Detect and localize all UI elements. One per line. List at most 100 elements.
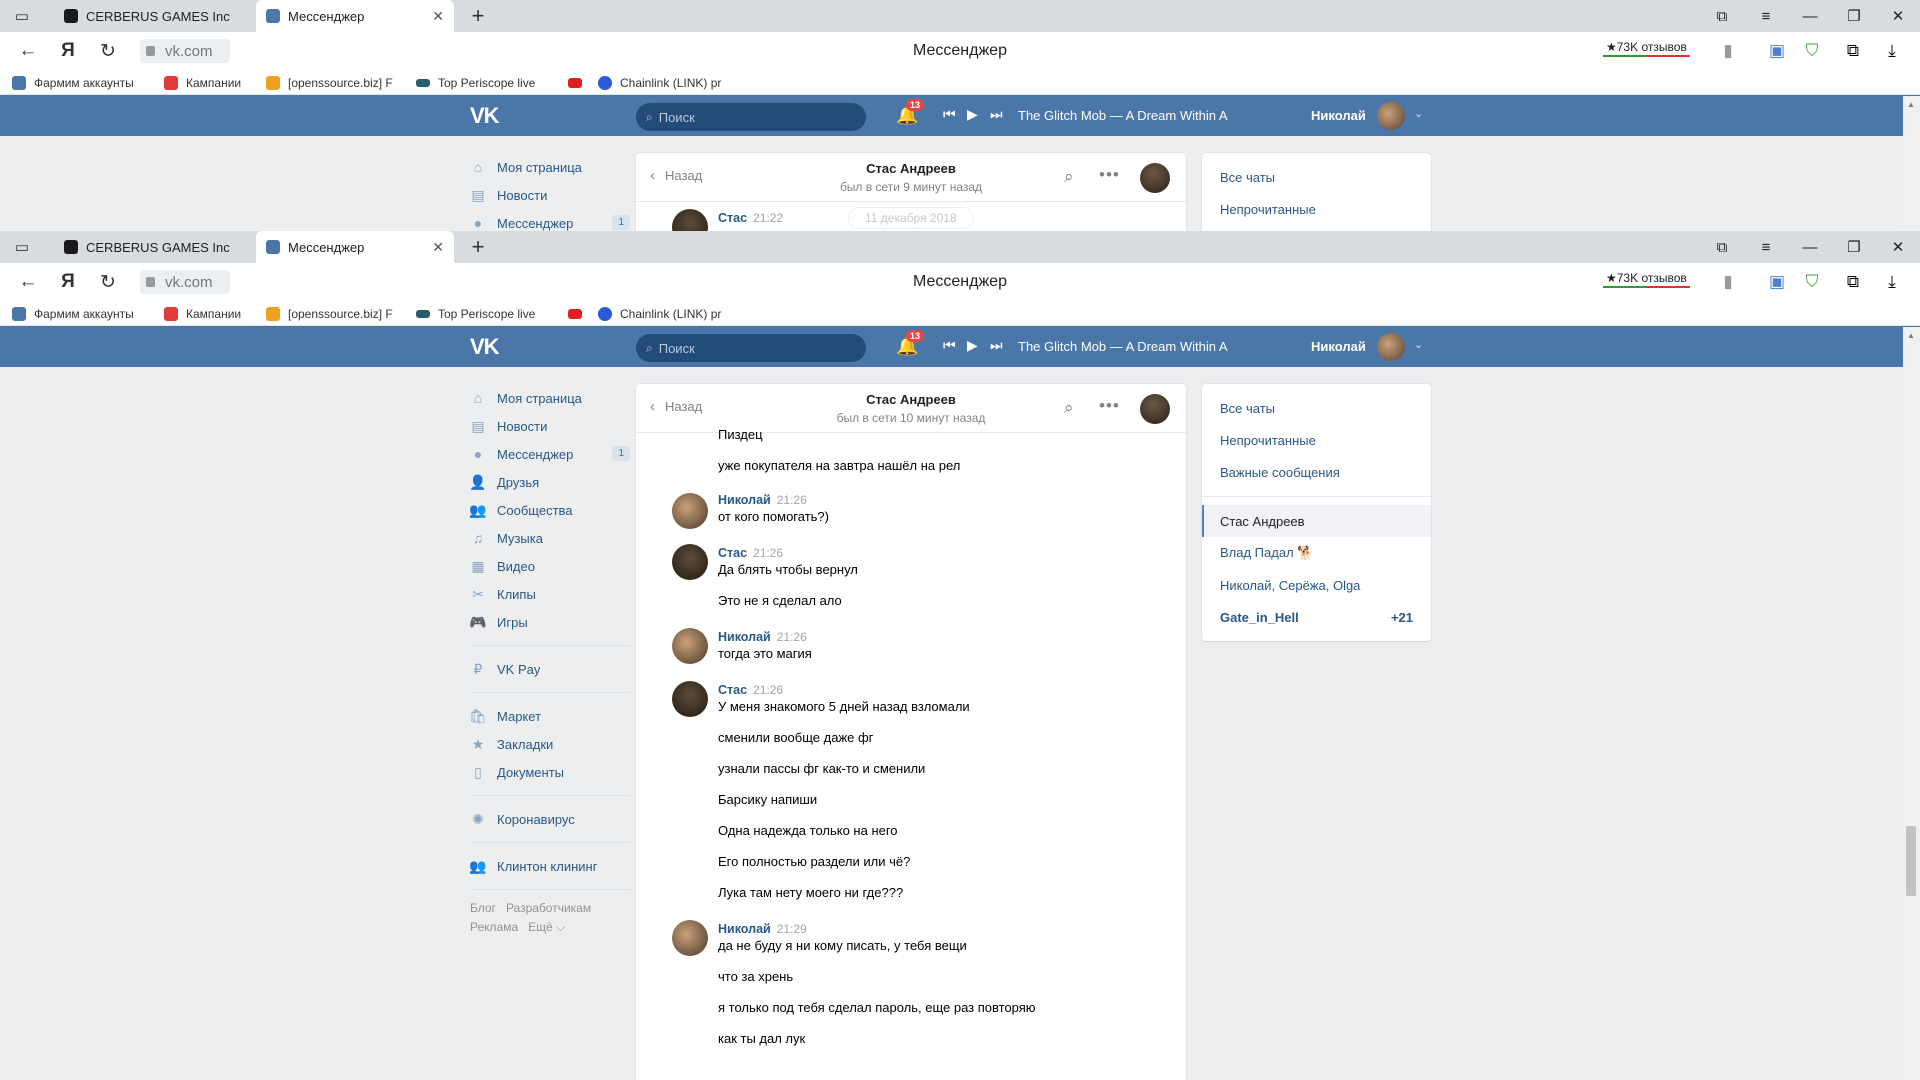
menu-item-clinton-cleaning[interactable]: 👥 Клинтон клининг [469,852,630,880]
bookmark-item[interactable]: Top Periscope live [416,301,556,326]
reload-icon[interactable]: ↻ [88,263,128,301]
notifications-bell-icon[interactable]: 🔔 13 [896,99,925,126]
bookmark-icon[interactable]: ▮ [1713,263,1743,301]
new-tab-button[interactable]: + [466,0,490,32]
bookmark-item[interactable]: Фармим аккаунты [12,301,152,326]
menu-item-news[interactable]: ▤ Новости [470,412,630,440]
back-icon[interactable]: ← [8,32,48,70]
menu-item-market[interactable]: 🛍 Маркет [469,702,630,730]
menu-item-my-page[interactable]: ⌂ Моя страница [470,153,630,181]
filter-unread[interactable]: Непрочитанные [1202,424,1431,456]
menu-item-documents[interactable]: ▯ Документы [470,758,630,786]
yandex-icon[interactable]: Я [48,32,88,70]
vk-logo-icon[interactable]: VK [470,334,500,360]
menu-item-messenger[interactable]: ● Мессенджер 1 [470,440,630,468]
bookmark-item[interactable]: Фармим аккаунты [12,70,152,95]
reviews-badge[interactable]: ★73K отзывов [1603,271,1690,288]
menu-icon[interactable]: ≡ [1744,231,1788,263]
author-name[interactable]: Николай [718,922,771,936]
avatar[interactable] [672,544,708,580]
chat-item-stas[interactable]: Стас Андреев [1202,505,1431,537]
avatar[interactable] [672,493,708,529]
close-tab-icon[interactable]: ✕ [432,8,444,25]
menu-item-music[interactable]: ♫ Музыка [470,524,630,552]
bookmark-item[interactable]: Кампании [164,70,254,95]
footer-link-more[interactable]: Ещё ⌵ [528,920,565,934]
footer-link-ads[interactable]: Реклама [470,920,518,934]
chat-item-group[interactable]: Николай, Серёжа, Olga [1202,569,1431,601]
user-name[interactable]: Николай [1311,108,1366,123]
tab-cerberus[interactable]: CERBERUS GAMES Inc [54,0,254,32]
bookmark-item[interactable]: [openssource.biz] F [266,70,400,95]
avatar[interactable] [672,209,708,231]
chevron-down-icon[interactable]: ⌄ [1414,107,1423,120]
scrollbar[interactable]: ▲ [1903,327,1920,1080]
download-icon[interactable]: ⤓ [1877,263,1907,301]
author-name[interactable]: Стас [718,546,747,560]
menu-item-coronavirus[interactable]: ✺ Коронавирус [470,805,630,833]
current-track[interactable]: The Glitch Mob — A Dream Within A... [1018,108,1228,123]
vk-logo-icon[interactable]: VK [470,103,500,129]
url-field[interactable]: vk.com [140,39,230,63]
author-name[interactable]: Стас [718,683,747,697]
protect-shield-icon[interactable]: ⛉ [1797,32,1827,70]
close-tab-icon[interactable]: ✕ [432,239,444,256]
restore-icon[interactable]: ❐ [1832,231,1876,263]
filter-important[interactable]: Важные сообщения [1202,456,1431,488]
search-icon[interactable]: ⌕ [1064,398,1074,418]
menu-icon[interactable]: ≡ [1744,0,1788,32]
next-track-icon[interactable]: ⏭ [990,106,1003,123]
menu-item-clips[interactable]: ✂ Клипы [470,580,630,608]
avatar[interactable] [672,628,708,664]
avatar[interactable] [672,920,708,956]
scrollbar[interactable]: ▲ [1903,96,1920,231]
filter-all-chats[interactable]: Все чаты [1202,161,1431,193]
chat-avatar[interactable] [1140,394,1170,424]
next-track-icon[interactable]: ⏭ [990,337,1003,354]
author-name[interactable]: Николай [718,493,771,507]
user-avatar[interactable] [1377,333,1405,361]
back-icon[interactable]: ← [8,263,48,301]
chat-avatar[interactable] [1140,163,1170,193]
sidebar-toggle-icon[interactable]: ▭ [4,231,40,263]
menu-item-games[interactable]: 🎮 Игры [469,608,630,636]
menu-item-vkpay[interactable]: ₽ VK Pay [470,655,630,683]
bookmark-icon[interactable]: ▮ [1713,32,1743,70]
yandex-icon[interactable]: Я [48,263,88,301]
collections-icon[interactable]: ⧉ [1838,263,1868,301]
collections-icon[interactable]: ⧉ [1838,32,1868,70]
reviews-badge[interactable]: ★73K отзывов [1603,40,1690,57]
bookmark-item[interactable]: Chainlink (LINK) pr [598,70,734,95]
menu-item-my-page[interactable]: ⌂ Моя страница [470,384,630,412]
user-avatar[interactable] [1377,102,1405,130]
new-tab-button[interactable]: + [466,231,490,263]
menu-item-bookmarks[interactable]: ★ Закладки [470,730,630,758]
play-icon[interactable]: ▶ [967,106,978,123]
search-input[interactable] [658,340,839,356]
more-icon[interactable]: ••• [1099,396,1120,416]
filter-all-chats[interactable]: Все чаты [1202,392,1431,424]
bookmark-item[interactable]: Chainlink (LINK) pr [598,301,734,326]
menu-item-friends[interactable]: 👤 Друзья [469,468,630,496]
search-icon[interactable]: ⌕ [1064,167,1074,187]
reload-icon[interactable]: ↻ [88,32,128,70]
search-input[interactable] [658,109,839,125]
footer-link-blog[interactable]: Блог [470,901,496,915]
current-track[interactable]: The Glitch Mob — A Dream Within A... [1018,339,1228,354]
tab-messenger[interactable]: Мессенджер ✕ [256,231,454,263]
restore-icon[interactable]: ❐ [1832,0,1876,32]
collections-icon[interactable]: ⧉ [1700,0,1744,32]
footer-link-developers[interactable]: Разработчикам [506,901,591,915]
translate-icon[interactable]: ▣ [1762,263,1792,301]
filter-unread[interactable]: Непрочитанные [1202,193,1431,225]
author-name[interactable]: Николай [718,630,771,644]
bookmark-item[interactable]: [openssource.biz] F [266,301,400,326]
protect-shield-icon[interactable]: ⛉ [1797,263,1827,301]
user-name[interactable]: Николай [1311,339,1366,354]
close-window-icon[interactable]: ✕ [1876,231,1920,263]
url-field[interactable]: vk.com [140,270,230,294]
vk-search-box[interactable]: ⌕ [636,334,866,362]
bookmark-item[interactable]: Кампании [164,301,254,326]
download-icon[interactable]: ⤓ [1877,32,1907,70]
bookmark-item[interactable] [568,70,590,95]
